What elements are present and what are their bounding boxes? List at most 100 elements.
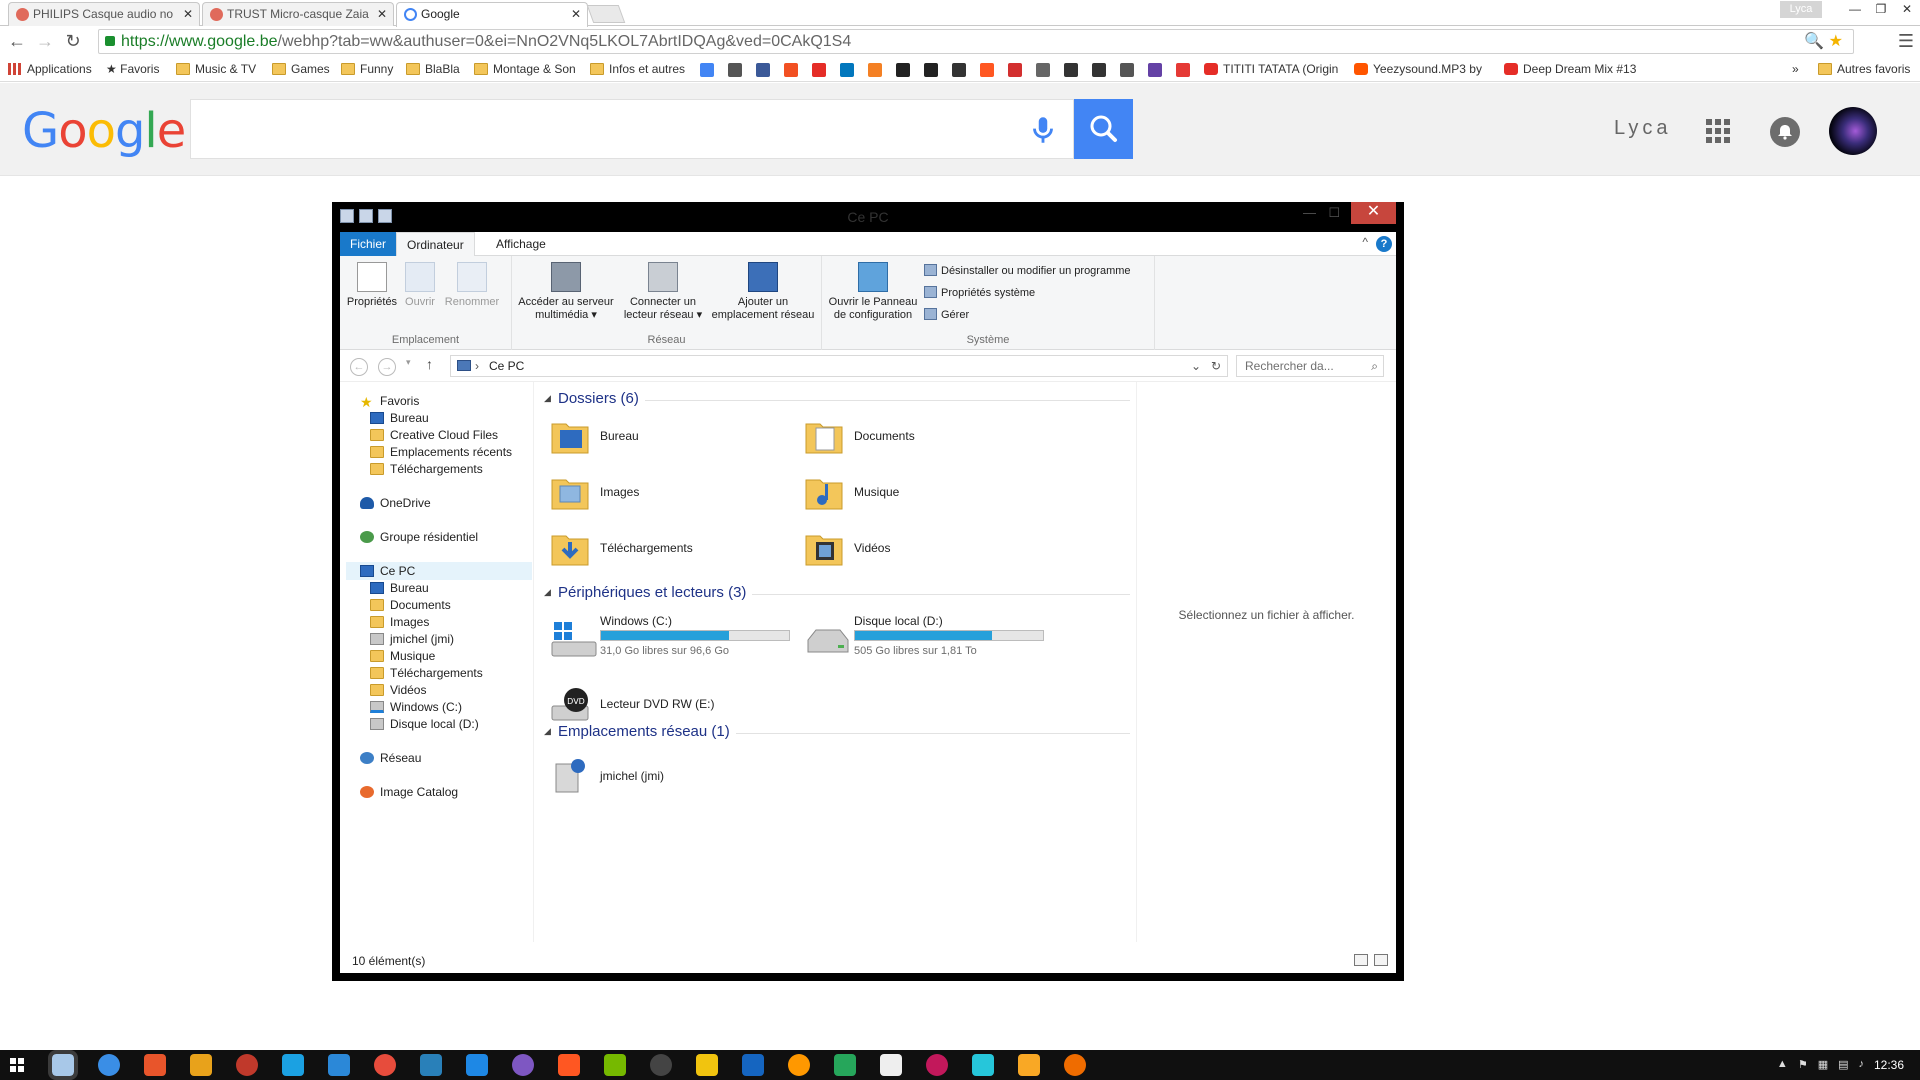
rename-button[interactable]: Renommer <box>442 260 502 309</box>
taskbar-app-icon[interactable] <box>420 1054 442 1076</box>
tab-affichage[interactable]: Affichage <box>486 232 556 256</box>
bookmark-deep-dream[interactable]: Deep Dream Mix #13 <box>1504 61 1636 77</box>
section-devices[interactable]: ◢ Périphériques et lecteurs (3) <box>544 584 1130 604</box>
bookmark-folder-games[interactable]: Games <box>272 61 330 77</box>
bookmark-favoris[interactable]: ★ Favoris <box>106 61 159 77</box>
nav-fav-recent[interactable]: Emplacements récents <box>370 443 512 461</box>
nav-pc-bureau[interactable]: Bureau <box>370 579 429 597</box>
close-window-button[interactable]: ✕ <box>1351 202 1396 224</box>
chrome-menu-icon[interactable]: ☰ <box>1898 31 1914 52</box>
nav-pc-drive-c[interactable]: Windows (C:) <box>370 698 462 716</box>
search-field[interactable]: Rechercher da... ⌕ <box>1236 355 1384 377</box>
zoom-icon[interactable]: 🔍 <box>1804 33 1824 50</box>
forward-arrow-icon[interactable]: → <box>34 31 56 53</box>
properties-button[interactable]: Propriétés <box>344 260 400 309</box>
bookmark-folder-funny[interactable]: Funny <box>341 61 393 77</box>
taskbar-app-icon[interactable] <box>558 1054 580 1076</box>
back-arrow-icon[interactable]: ← <box>6 31 28 53</box>
clock[interactable]: 12:36 <box>1874 1058 1904 1072</box>
search-input[interactable] <box>190 99 1074 159</box>
taskbar-app-icon[interactable] <box>696 1054 718 1076</box>
tab-fichier[interactable]: Fichier <box>340 232 396 256</box>
bookmark-folder-montage[interactable]: Montage & Son <box>474 61 576 77</box>
bookmark-favicon-icon[interactable] <box>756 63 770 77</box>
bookmark-favicon-icon[interactable] <box>1036 63 1050 77</box>
add-network-location-button[interactable]: Ajouter un emplacement réseau <box>708 260 818 322</box>
maximize-icon[interactable]: ☐ <box>1328 205 1340 221</box>
google-logo[interactable]: Google <box>22 103 186 159</box>
taskbar-app-icon[interactable] <box>98 1054 120 1076</box>
tray-overflow-icon[interactable]: ▲ <box>1777 1058 1788 1071</box>
bookmark-apps[interactable]: Applications <box>8 61 92 77</box>
apps-grid-icon[interactable] <box>1706 119 1730 143</box>
file-explorer-taskbar-icon[interactable] <box>48 1050 78 1080</box>
notifications-bell-icon[interactable] <box>1770 117 1800 147</box>
refresh-icon[interactable]: ↻ <box>1211 356 1221 376</box>
new-tab-button[interactable] <box>586 5 626 23</box>
search-button[interactable] <box>1074 99 1133 159</box>
nav-fav-downloads[interactable]: Téléchargements <box>370 460 483 478</box>
chevron-down-icon[interactable]: ⌄ <box>1191 356 1201 376</box>
bookmark-favicon-icon[interactable] <box>924 63 938 77</box>
section-network-locations[interactable]: ◢ Emplacements réseau (1) <box>544 723 1130 743</box>
help-icon[interactable]: ? <box>1376 236 1392 252</box>
bookmarks-overflow-button[interactable]: » <box>1792 61 1799 77</box>
nav-pc-musique[interactable]: Musique <box>370 647 435 665</box>
taskbar-app-icon[interactable] <box>1018 1054 1040 1076</box>
flag-icon[interactable]: ⚑ <box>1798 1058 1808 1071</box>
taskbar-app-icon[interactable] <box>1064 1054 1086 1076</box>
bookmark-favicon-icon[interactable] <box>952 63 966 77</box>
close-tab-icon[interactable]: ✕ <box>571 7 581 21</box>
nav-fav-creative-cloud[interactable]: Creative Cloud Files <box>370 426 498 444</box>
tab-trust[interactable]: TRUST Micro-casque Zaia ✕ <box>202 2 394 26</box>
bookmark-tititi[interactable]: TITITI TATATA (Origin <box>1204 61 1338 77</box>
reload-icon[interactable]: ↻ <box>62 31 84 53</box>
open-button[interactable]: Ouvrir <box>400 260 440 309</box>
bookmark-favicon-icon[interactable] <box>1176 63 1190 77</box>
taskbar-app-icon[interactable] <box>282 1054 304 1076</box>
taskbar-app-icon[interactable] <box>374 1054 396 1076</box>
bookmark-folder-infos[interactable]: Infos et autres <box>590 61 685 77</box>
close-tab-icon[interactable]: ✕ <box>377 7 387 21</box>
bookmark-favicon-icon[interactable] <box>784 63 798 77</box>
taskbar-app-icon[interactable] <box>604 1054 626 1076</box>
recent-locations-icon[interactable]: ▾ <box>406 357 411 368</box>
large-icons-view-icon[interactable] <box>1374 954 1388 966</box>
nav-pc-telechargements[interactable]: Téléchargements <box>370 664 483 682</box>
collapse-triangle-icon[interactable]: ◢ <box>544 587 551 598</box>
section-folders[interactable]: ◢ Dossiers (6) <box>544 390 1130 410</box>
up-arrow-icon[interactable]: ↑ <box>426 356 433 372</box>
account-name[interactable]: Lyca <box>1614 117 1672 140</box>
system-properties-button[interactable]: Propriétés système <box>924 286 1035 299</box>
bookmark-yeezysound[interactable]: Yeezysound.MP3 by <box>1354 61 1482 77</box>
bookmark-favicon-icon[interactable] <box>840 63 854 77</box>
volume-icon[interactable]: ♪ <box>1859 1058 1865 1071</box>
bookmark-favicon-icon[interactable] <box>1064 63 1078 77</box>
taskbar-app-icon[interactable] <box>190 1054 212 1076</box>
back-arrow-icon[interactable]: ← <box>350 358 368 376</box>
tab-philips[interactable]: PHILIPS Casque audio no ✕ <box>8 2 200 26</box>
bookmark-favicon-icon[interactable] <box>896 63 910 77</box>
taskbar-app-icon[interactable] <box>328 1054 350 1076</box>
nav-pc-documents[interactable]: Documents <box>370 596 451 614</box>
address-bar[interactable]: https://www.google.be/webhp?tab=ww&authu… <box>98 29 1854 54</box>
bookmark-favicon-icon[interactable] <box>1008 63 1022 77</box>
collapse-triangle-icon[interactable]: ◢ <box>544 393 551 404</box>
windows-tray-icon[interactable]: ▦ <box>1818 1058 1828 1071</box>
microphone-icon[interactable] <box>1026 113 1060 147</box>
bookmark-favicon-icon[interactable] <box>1092 63 1106 77</box>
taskbar-app-icon[interactable] <box>926 1054 948 1076</box>
taskbar-app-icon[interactable] <box>972 1054 994 1076</box>
taskbar-app-icon[interactable] <box>512 1054 534 1076</box>
bookmark-other[interactable]: Autres favoris <box>1818 61 1910 77</box>
taskbar-app-icon[interactable] <box>144 1054 166 1076</box>
taskbar-app-icon[interactable] <box>466 1054 488 1076</box>
collapse-triangle-icon[interactable]: ◢ <box>544 726 551 737</box>
restore-icon[interactable]: ❐ <box>1868 0 1894 20</box>
nav-favoris[interactable]: ★ Favoris <box>360 392 419 410</box>
bookmark-favicon-icon[interactable] <box>1148 63 1162 77</box>
nav-pc-images[interactable]: Images <box>370 613 429 631</box>
media-server-button[interactable]: Accéder au serveur multimédia ▾ <box>514 260 618 322</box>
taskbar-app-icon[interactable] <box>880 1054 902 1076</box>
nav-pc-jmichel[interactable]: jmichel (jmi) <box>370 630 454 648</box>
